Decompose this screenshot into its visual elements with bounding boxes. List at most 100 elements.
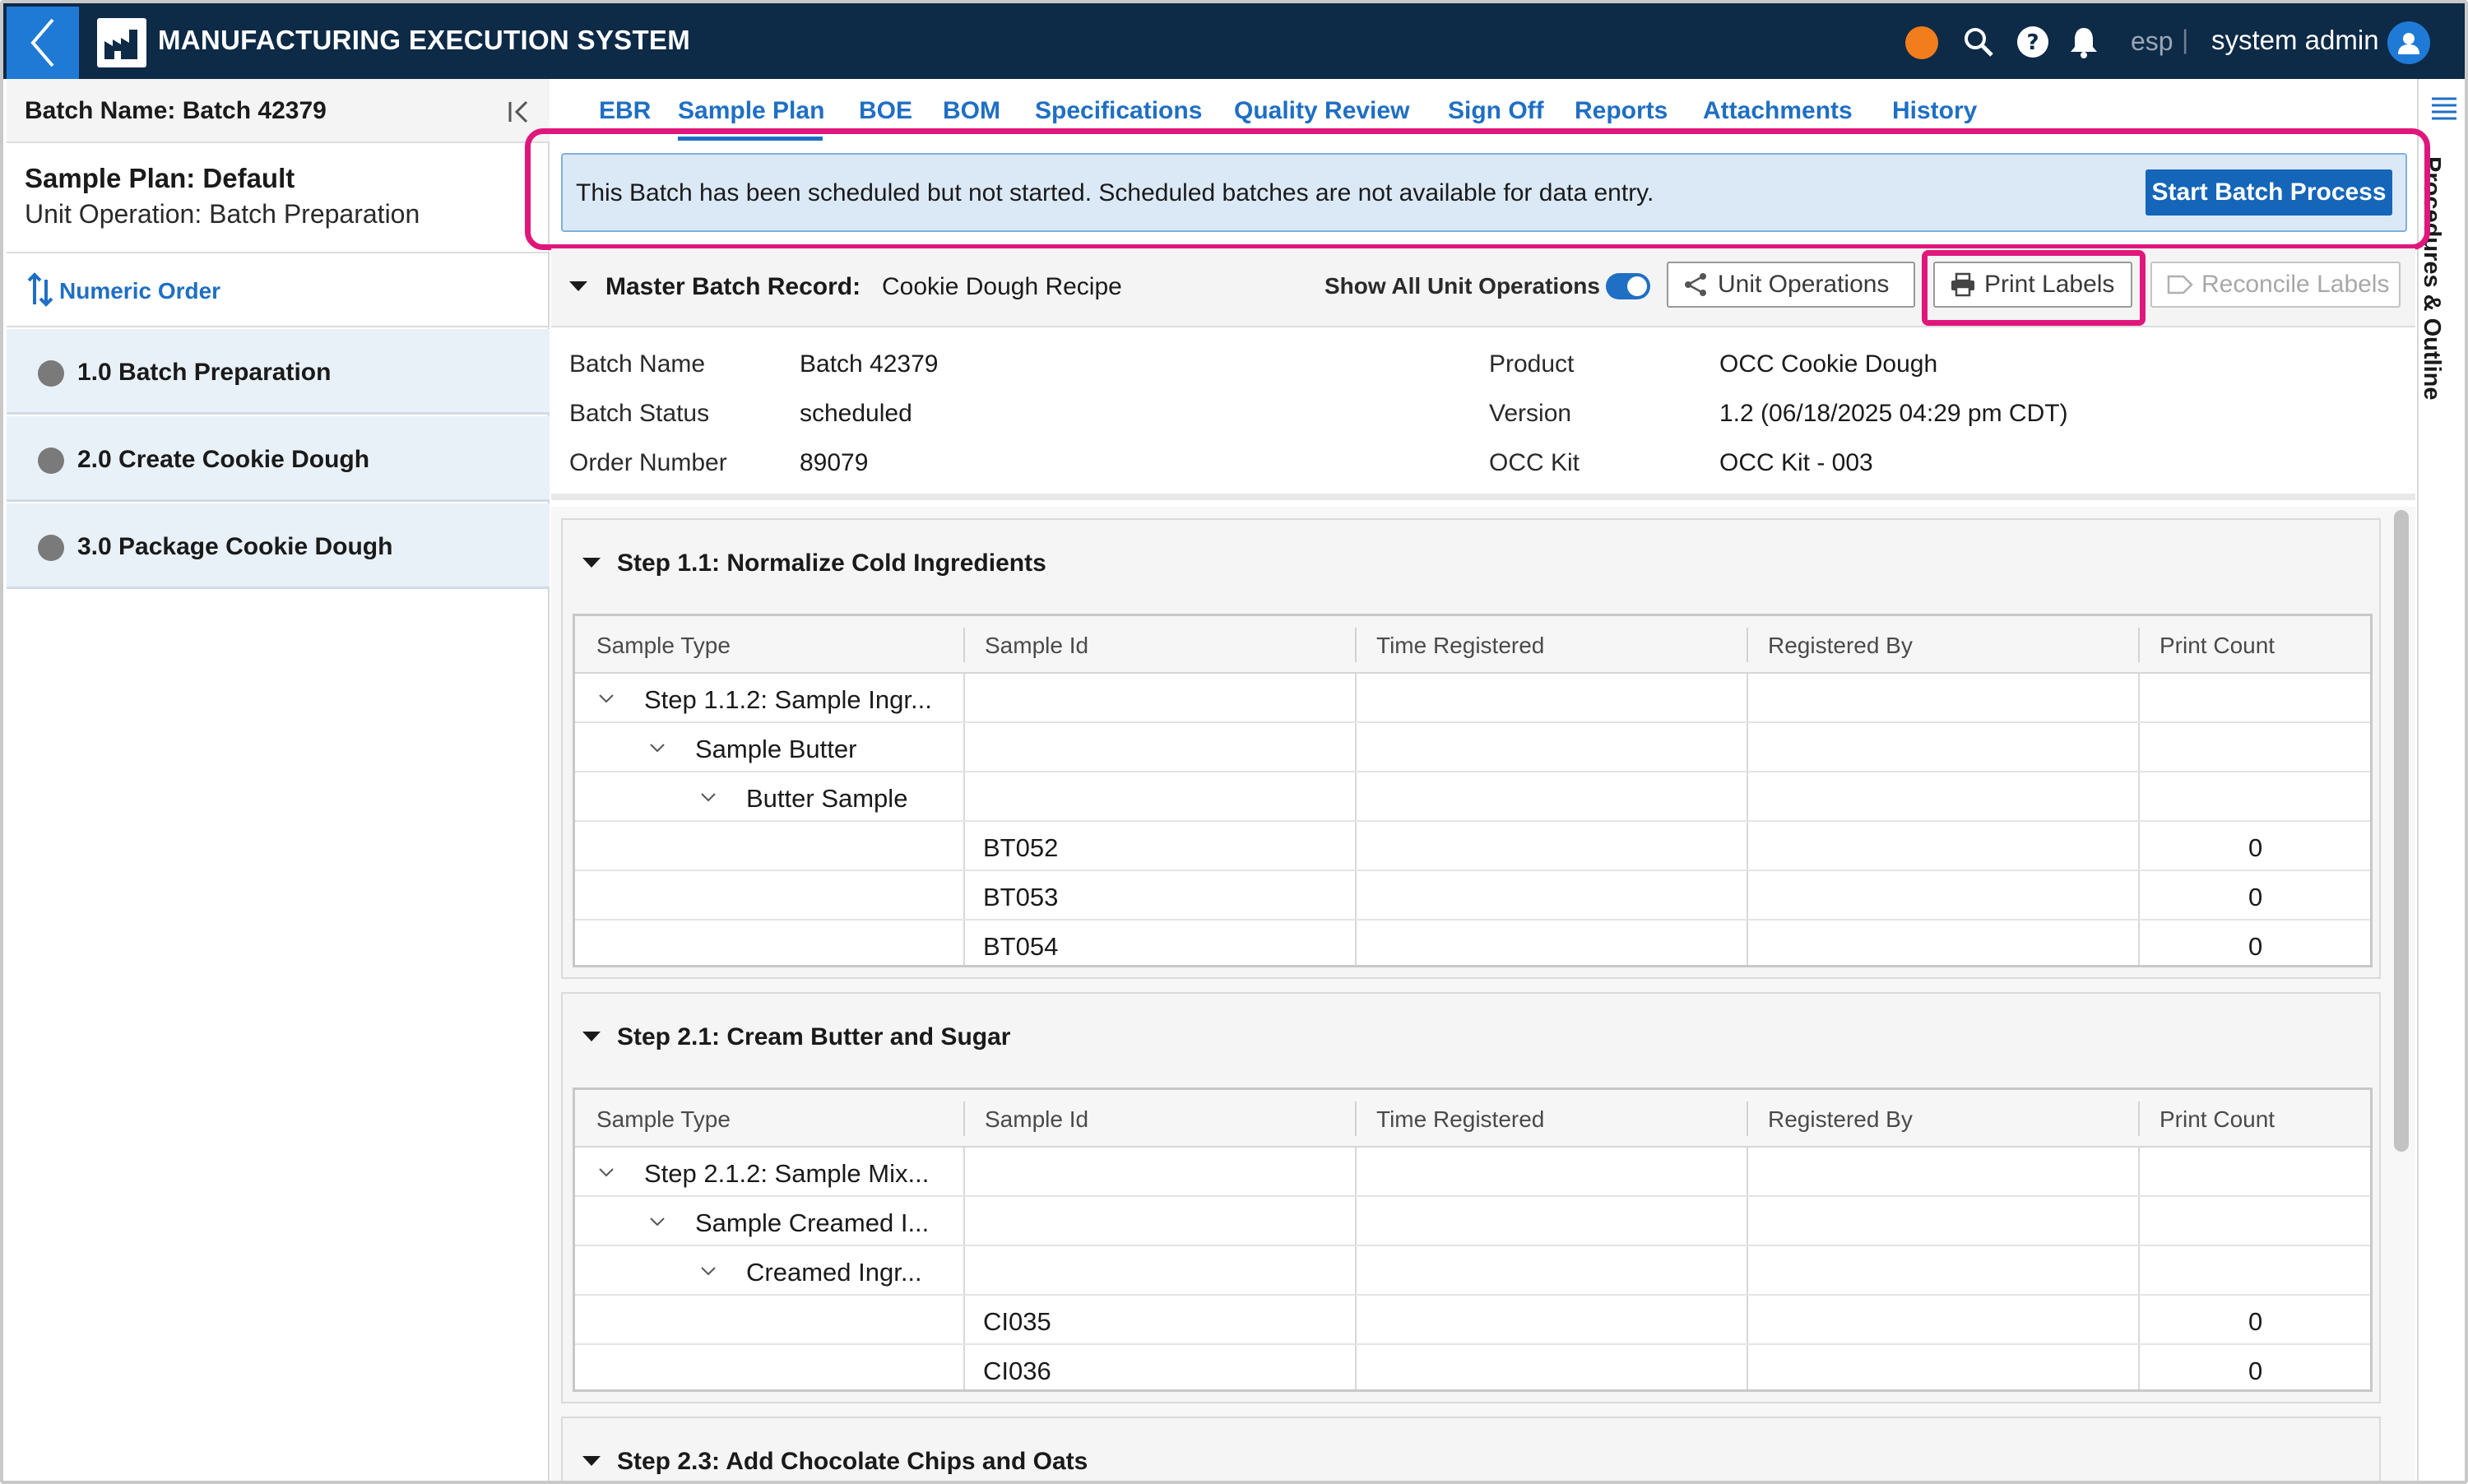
column-header[interactable]: Sample Type	[596, 1106, 731, 1133]
samples-grid: Sample Type Sample Id Time Registered Re…	[573, 614, 2373, 967]
column-header[interactable]: Print Count	[2160, 1106, 2275, 1133]
chevron-down-icon[interactable]	[596, 1162, 616, 1182]
table-row[interactable]: Sample Creamed I...	[575, 1197, 2370, 1246]
column-divider[interactable]	[1747, 1101, 1748, 1136]
factory-logo-icon	[97, 18, 146, 67]
column-header[interactable]: Sample Type	[596, 633, 731, 659]
highlight-callout	[525, 128, 2430, 250]
table-row[interactable]: Sample Butter	[575, 723, 2370, 772]
caret-down-icon[interactable]	[582, 558, 601, 568]
table-row[interactable]: CI036 0	[575, 1345, 2370, 1394]
unit-operations-button[interactable]: Unit Operations	[1667, 262, 1915, 308]
order-number-label: Order Number	[569, 449, 727, 476]
samples-grid: Sample Type Sample Id Time Registered Re…	[573, 1087, 2373, 1392]
tab-boe[interactable]: BOE	[859, 97, 912, 125]
step-card: Step 2.3: Add Chocolate Chips and Oats	[561, 1417, 2381, 1481]
back-button[interactable]	[7, 7, 79, 79]
tab-reports[interactable]: Reports	[1575, 97, 1668, 125]
tab-attachments[interactable]: Attachments	[1703, 97, 1853, 125]
reconcile-labels-label: Reconcile Labels	[2201, 271, 2390, 298]
batch-status-label: Batch Status	[569, 400, 710, 427]
tab-sample-plan[interactable]: Sample Plan	[678, 97, 824, 125]
column-divider[interactable]	[1355, 1101, 1357, 1136]
operation-item[interactable]: 3.0 Package Cookie Dough	[7, 503, 550, 589]
grid-header: Sample Type Sample Id Time Registered Re…	[575, 616, 2370, 674]
table-row[interactable]: BT054 0	[575, 921, 2370, 970]
column-divider[interactable]	[963, 628, 965, 662]
order-number-value: 89079	[800, 449, 869, 476]
collapse-icon[interactable]	[503, 95, 536, 128]
table-row[interactable]: Butter Sample	[575, 772, 2370, 822]
operation-item[interactable]: 2.0 Create Cookie Dough	[7, 416, 550, 502]
batch-name-row: Batch Name: Batch 42379	[7, 79, 550, 143]
vertical-scrollbar[interactable]	[2394, 510, 2409, 1152]
search-icon[interactable]	[1961, 25, 1996, 59]
print-count-cell: 0	[2248, 1307, 2263, 1336]
column-header[interactable]: Print Count	[2160, 633, 2275, 659]
language-selector[interactable]: esp	[2131, 26, 2173, 57]
print-count-cell: 0	[2248, 833, 2263, 862]
column-header[interactable]: Sample Id	[985, 633, 1088, 659]
column-header[interactable]: Registered By	[1768, 1106, 1913, 1133]
steps-scroll-area[interactable]: Step 1.1: Normalize Cold Ingredients Sam…	[551, 507, 2415, 1481]
operation-label: 1.0 Batch Preparation	[77, 359, 332, 386]
table-row[interactable]: BT053 0	[575, 871, 2370, 921]
chevron-down-icon[interactable]	[698, 787, 718, 807]
column-divider[interactable]	[2138, 1101, 2140, 1136]
operation-label: 3.0 Package Cookie Dough	[77, 533, 393, 560]
table-row[interactable]: Step 2.1.2: Sample Mix...	[575, 1148, 2370, 1197]
numeric-order-toggle[interactable]: Numeric Order	[7, 252, 550, 327]
tag-icon	[2167, 275, 2193, 294]
unit-operations-label: Unit Operations	[1718, 271, 1890, 298]
sample-type-cell: Step 1.1.2: Sample Ingr...	[644, 685, 932, 714]
user-name[interactable]: system admin	[2211, 25, 2379, 56]
menu-lines-icon[interactable]	[2430, 95, 2458, 120]
tab-quality-review[interactable]: Quality Review	[1234, 97, 1409, 125]
status-indicator[interactable]	[1905, 26, 1938, 59]
chevron-down-icon[interactable]	[647, 1212, 667, 1231]
tab-ebr[interactable]: EBR	[599, 97, 651, 125]
operation-label: 2.0 Create Cookie Dough	[77, 446, 370, 473]
separator: |	[2182, 25, 2189, 54]
share-icon	[1685, 273, 1706, 296]
tab-history[interactable]: History	[1892, 97, 1977, 125]
kit-label: OCC Kit	[1489, 449, 1580, 476]
column-divider[interactable]	[1747, 628, 1748, 662]
tab-specifications[interactable]: Specifications	[1035, 97, 1202, 125]
chevron-down-icon[interactable]	[698, 1261, 718, 1281]
table-row[interactable]: Creamed Ingr...	[575, 1246, 2370, 1296]
table-row[interactable]: CI035 0	[575, 1296, 2370, 1345]
column-header[interactable]: Registered By	[1768, 633, 1913, 659]
batch-details: Batch Name Batch 42379 Batch Status sche…	[551, 329, 2415, 500]
tab-bom[interactable]: BOM	[943, 97, 1000, 125]
step-title: Step 2.3: Add Chocolate Chips and Oats	[617, 1448, 1088, 1475]
column-header[interactable]: Time Registered	[1376, 1106, 1544, 1133]
top-bar: MANUFACTURING EXECUTION SYSTEM ? esp | s…	[3, 3, 2465, 79]
bell-icon[interactable]	[2067, 25, 2101, 59]
caret-down-icon[interactable]	[582, 1456, 601, 1466]
operation-item[interactable]: 1.0 Batch Preparation	[7, 329, 550, 415]
status-dot-icon	[38, 535, 64, 561]
chevron-down-icon[interactable]	[647, 738, 667, 758]
show-all-toggle[interactable]	[1606, 273, 1650, 299]
column-header[interactable]: Sample Id	[985, 1106, 1088, 1133]
reconcile-labels-button[interactable]: Reconcile Labels	[2150, 262, 2401, 308]
user-icon[interactable]	[2387, 21, 2430, 64]
caret-down-icon[interactable]	[569, 281, 587, 291]
column-divider[interactable]	[963, 1101, 965, 1136]
step-title: Step 1.1: Normalize Cold Ingredients	[617, 550, 1046, 577]
step-card: Step 1.1: Normalize Cold Ingredients Sam…	[561, 518, 2381, 979]
column-divider[interactable]	[2138, 628, 2140, 662]
table-row[interactable]: BT052 0	[575, 822, 2370, 871]
column-divider[interactable]	[1355, 628, 1357, 662]
sample-id-cell: BT054	[983, 932, 1059, 961]
column-header[interactable]: Time Registered	[1376, 633, 1544, 659]
print-count-cell: 0	[2248, 883, 2263, 911]
help-icon[interactable]: ?	[2016, 25, 2050, 59]
grid-header: Sample Type Sample Id Time Registered Re…	[575, 1090, 2370, 1148]
tab-sign-off[interactable]: Sign Off	[1448, 97, 1544, 125]
caret-down-icon[interactable]	[582, 1032, 601, 1041]
chevron-down-icon[interactable]	[596, 689, 616, 708]
product-value: OCC Cookie Dough	[1719, 350, 1938, 378]
table-row[interactable]: Step 1.1.2: Sample Ingr...	[575, 674, 2370, 723]
